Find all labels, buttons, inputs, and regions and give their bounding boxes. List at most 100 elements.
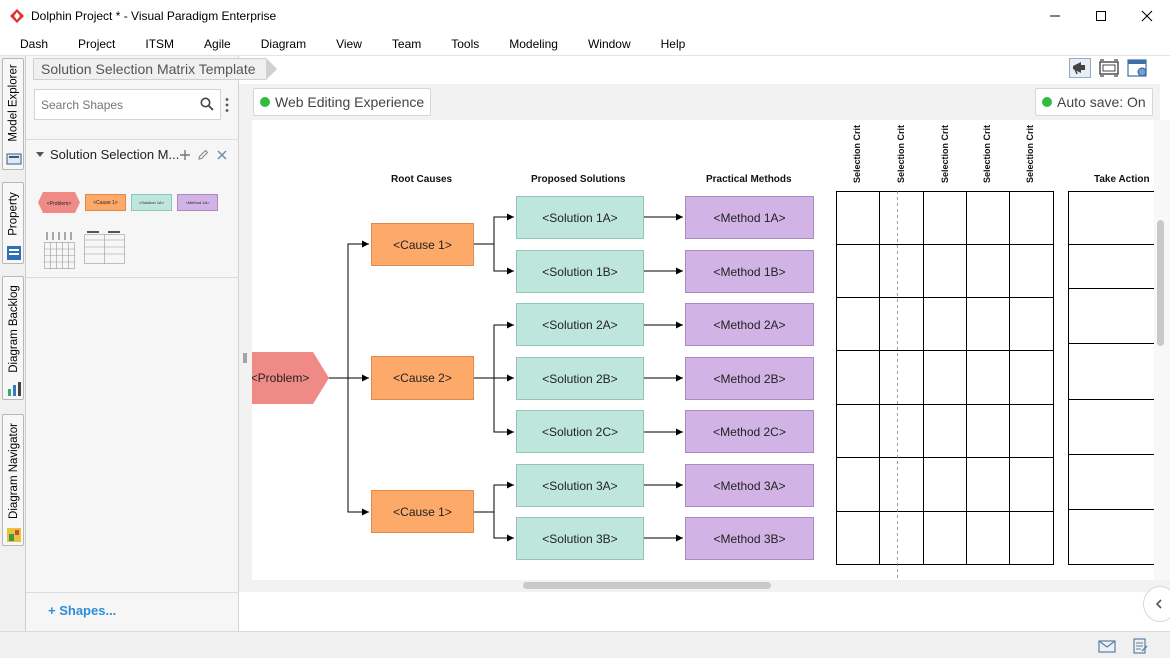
search-icon[interactable] [200, 97, 214, 111]
solution-node-2a[interactable]: <Solution 2A> [516, 303, 644, 346]
side-tab-bar: Model Explorer Property Diagram Backlog … [0, 56, 26, 640]
palette-criteria-matrix-shape[interactable] [44, 230, 75, 269]
minimize-button[interactable] [1032, 0, 1078, 32]
edit-icon[interactable] [196, 148, 210, 162]
header-proposed-solutions: Proposed Solutions [531, 174, 626, 185]
cause-node-1[interactable]: <Cause 1> [371, 223, 474, 266]
palette-problem-shape[interactable]: <Problem> [38, 192, 80, 213]
panel-splitter[interactable] [239, 84, 252, 592]
method-node-3b[interactable]: <Method 3B> [685, 517, 814, 560]
diagram-navigator-icon [7, 528, 21, 542]
title-bar: Dolphin Project * - Visual Paradigm Ente… [0, 0, 1170, 32]
panel-divider [26, 592, 239, 593]
method-node-1a[interactable]: <Method 1A> [685, 196, 814, 239]
chevron-down-icon[interactable] [36, 152, 44, 157]
mail-icon[interactable] [1098, 638, 1116, 654]
menu-diagram[interactable]: Diagram [246, 32, 321, 56]
add-shape-icon[interactable] [178, 148, 192, 162]
palette-cause-shape[interactable]: <Cause 1> [85, 194, 126, 211]
solution-node-2b[interactable]: <Solution 2B> [516, 357, 644, 400]
menu-itsm[interactable]: ITSM [130, 32, 189, 56]
chevron-left-icon [1155, 599, 1162, 609]
cause-node-3[interactable]: <Cause 1> [371, 490, 474, 533]
breadcrumb-label: Solution Selection Matrix Template [41, 61, 256, 77]
method-node-2a[interactable]: <Method 2A> [685, 303, 814, 346]
cause-node-2[interactable]: <Cause 2> [371, 356, 474, 400]
palette-section-header[interactable]: Solution Selection M... [26, 139, 239, 169]
fit-to-window-icon[interactable] [1098, 58, 1120, 78]
tab-diagram-backlog[interactable]: Diagram Backlog [2, 276, 24, 400]
diagram-canvas[interactable]: <Problem> Root Causes Proposed Solutions… [252, 120, 1154, 580]
connector-cause3-solution3b [493, 512, 514, 542]
tab-diagram-navigator-label: Diagram Navigator [8, 423, 20, 519]
method-node-1b[interactable]: <Method 1B> [685, 250, 814, 293]
status-dot-icon [1042, 97, 1052, 107]
close-window-button[interactable] [1124, 0, 1170, 32]
palette-action-table-shape[interactable] [84, 230, 125, 264]
horizontal-scroll-thumb[interactable] [523, 582, 771, 589]
menu-project[interactable]: Project [63, 32, 130, 56]
menu-view[interactable]: View [321, 32, 377, 56]
maximize-button[interactable] [1078, 0, 1124, 32]
web-editing-label: Web Editing Experience [275, 94, 425, 110]
menu-agile[interactable]: Agile [189, 32, 246, 56]
autosave-label: Auto save: On [1057, 94, 1146, 110]
problem-label: <Problem> [252, 371, 310, 385]
take-action-table[interactable] [1068, 191, 1154, 565]
method-node-2c[interactable]: <Method 2C> [685, 410, 814, 453]
menu-help[interactable]: Help [646, 32, 701, 56]
search-shapes-box [34, 89, 221, 120]
solution-node-3b[interactable]: <Solution 3B> [516, 517, 644, 560]
menu-window[interactable]: Window [573, 32, 646, 56]
more-options-icon[interactable] [225, 97, 229, 113]
solution-node-3a[interactable]: <Solution 3A> [516, 464, 644, 507]
method-node-3a[interactable]: <Method 3A> [685, 464, 814, 507]
web-editing-indicator[interactable]: Web Editing Experience [253, 88, 432, 116]
solution-node-1a[interactable]: <Solution 1A> [516, 196, 644, 239]
palette-method-label: <Method 1A> [185, 200, 210, 205]
close-section-icon[interactable] [215, 148, 229, 162]
breadcrumb[interactable]: Solution Selection Matrix Template [33, 58, 277, 80]
header-root-causes: Root Causes [391, 174, 453, 185]
menu-tools[interactable]: Tools [436, 32, 494, 56]
search-shapes-input[interactable] [35, 90, 195, 119]
tab-model-explorer[interactable]: Model Explorer [2, 58, 24, 170]
menu-team[interactable]: Team [377, 32, 436, 56]
palette-section-title: Solution Selection M... [50, 147, 180, 162]
palette-divider [26, 277, 239, 278]
header-selection-criteria-3: Selection Crit [940, 124, 950, 184]
connector-problem-cause3 [347, 378, 369, 516]
solution-node-1b[interactable]: <Solution 1B> [516, 250, 644, 293]
status-bar [0, 631, 1170, 658]
method-node-2b[interactable]: <Method 2B> [685, 357, 814, 400]
visual-paradigm-logo-icon [10, 9, 24, 23]
splitter-grip-icon[interactable] [243, 353, 247, 363]
tab-diagram-navigator[interactable]: Diagram Navigator [2, 414, 24, 546]
autosave-indicator[interactable]: Auto save: On [1035, 88, 1153, 116]
announcement-icon[interactable] [1069, 58, 1091, 78]
header-take-action: Take Action [1094, 174, 1150, 185]
tab-property[interactable]: Property [2, 182, 24, 264]
header-selection-criteria-4: Selection Crit [982, 124, 992, 184]
header-selection-criteria-1: Selection Crit [852, 124, 862, 184]
notes-icon[interactable] [1131, 638, 1149, 654]
vertical-scroll-thumb[interactable] [1157, 220, 1164, 346]
property-icon [7, 246, 21, 260]
solution-node-2c[interactable]: <Solution 2C> [516, 410, 644, 453]
vertical-scrollbar[interactable] [1154, 120, 1170, 580]
tab-property-label: Property [8, 192, 20, 236]
menu-modeling[interactable]: Modeling [494, 32, 573, 56]
header-selection-criteria-5: Selection Crit [1025, 124, 1035, 184]
palette-cause-label: <Cause 1> [93, 199, 118, 206]
connector-problem-cause1 [328, 240, 369, 379]
menu-dash[interactable]: Dash [0, 32, 63, 56]
header-practical-methods: Practical Methods [706, 174, 792, 185]
maximize-icon [1096, 11, 1106, 21]
collapse-panel-button[interactable] [1143, 586, 1170, 622]
palette-method-shape[interactable]: <Method 1A> [177, 194, 218, 211]
selection-criteria-matrix[interactable] [836, 191, 1054, 565]
diagram-settings-icon[interactable] [1127, 58, 1149, 78]
shapes-link[interactable]: + Shapes... [48, 603, 116, 618]
palette-solution-shape[interactable]: <Solution 1A> [131, 194, 172, 211]
status-dot-icon [260, 97, 270, 107]
